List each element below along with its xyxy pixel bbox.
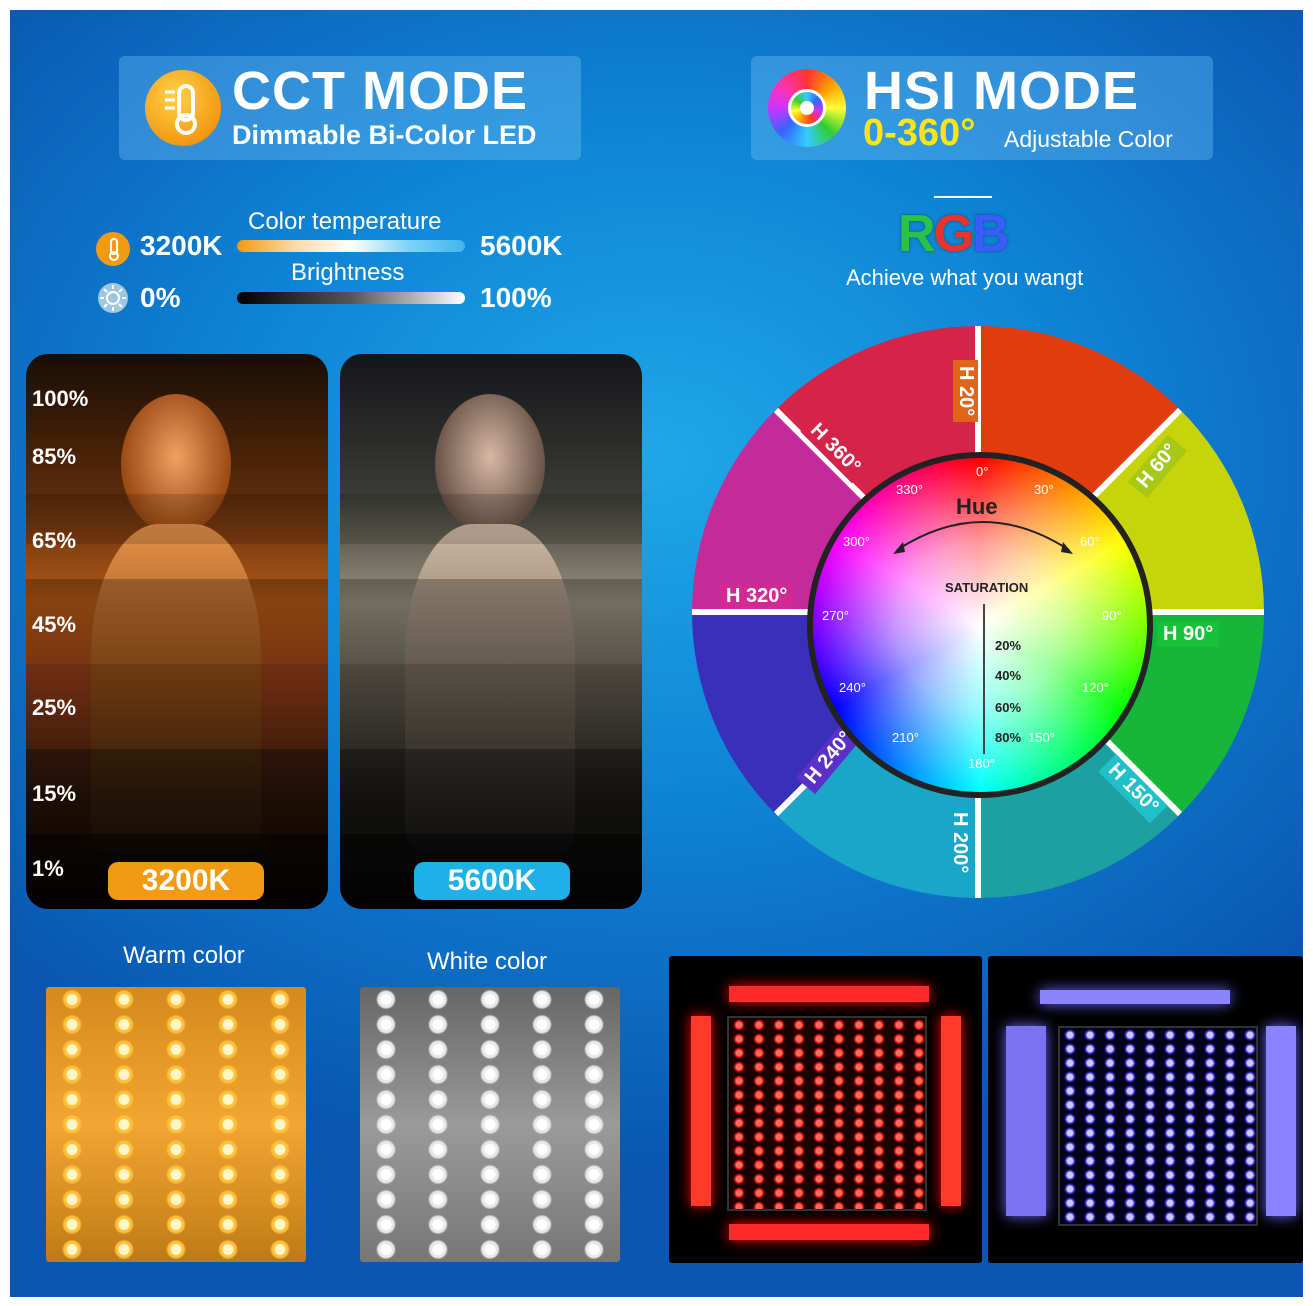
- brightness-level: 100%: [32, 386, 89, 411]
- hue-degree: 330°: [896, 482, 923, 497]
- thermometer-small-icon: [96, 232, 130, 266]
- cool-badge: 5600K: [414, 862, 570, 900]
- hue-degree: 270°: [822, 608, 849, 623]
- red-led-light: [669, 956, 982, 1263]
- saturation-level: 60%: [995, 700, 1022, 715]
- hue-degree: 120°: [1082, 680, 1109, 695]
- divider: [934, 196, 992, 198]
- hue-degree: 90°: [1102, 608, 1122, 623]
- warm-caption: Warm color: [123, 942, 245, 969]
- warm-led-panel: [46, 987, 306, 1262]
- hue-degree: 210°: [892, 730, 919, 745]
- saturation-axis: [983, 604, 985, 754]
- segment-label: H 20°: [953, 360, 978, 423]
- bright-min: 0%: [140, 282, 181, 313]
- segment-label: H 90°: [1157, 622, 1220, 647]
- brightness-icon: [96, 281, 130, 315]
- hsi-subtitle: Adjustable Color: [1004, 126, 1173, 152]
- bright-max: 100%: [480, 282, 552, 313]
- rgb-logo: RGB: [898, 204, 1010, 264]
- cool-photo: 5600K: [340, 354, 642, 909]
- segment-label: H 320°: [720, 584, 794, 609]
- hsi-title: HSI MODE: [864, 61, 1140, 121]
- temp-slider[interactable]: [237, 240, 465, 252]
- hue-degree: 60°: [1080, 534, 1100, 549]
- hue-degree: 180°: [968, 756, 995, 771]
- rgb-tagline: Achieve what you wangt: [846, 265, 1084, 290]
- rgb-logo-text: RGB: [898, 205, 1010, 263]
- temp-label: Color temperature: [248, 208, 442, 235]
- thermometer-icon: [145, 70, 221, 146]
- brightness-level: 65%: [32, 528, 77, 553]
- white-caption: White color: [427, 948, 548, 975]
- hue-degree: 0°: [976, 464, 989, 479]
- saturation-level: 80%: [995, 730, 1022, 745]
- saturation-title: SATURATION: [945, 580, 1029, 595]
- hue-degree: 150°: [1028, 730, 1055, 745]
- brightness-level: 85%: [32, 444, 77, 469]
- color-wheel-icon: [768, 69, 846, 147]
- product-infographic: CCT MODE Dimmable Bi-Color LED HSI MODE …: [10, 10, 1303, 1297]
- brightness-level: 1%: [32, 856, 64, 881]
- temp-min: 3200K: [140, 230, 223, 261]
- cct-subtitle: Dimmable Bi-Color LED: [232, 120, 537, 150]
- hue-title: Hue: [956, 494, 998, 519]
- white-led-panel: [360, 987, 620, 1262]
- blue-led-light: [988, 956, 1303, 1263]
- hue-degree: 240°: [839, 680, 866, 695]
- warm-badge: 3200K: [108, 862, 264, 900]
- cct-title: CCT MODE: [232, 61, 528, 121]
- brightness-level: 25%: [32, 695, 77, 720]
- hue-degree: 30°: [1034, 482, 1054, 497]
- saturation-level: 40%: [995, 668, 1022, 683]
- brightness-slider[interactable]: [237, 292, 465, 304]
- hsi-range: 0-360°: [863, 112, 976, 154]
- brightness-level: 45%: [32, 612, 77, 637]
- bright-label: Brightness: [291, 259, 405, 286]
- hsi-color-wheel[interactable]: Hue SATURATION: [807, 452, 1153, 798]
- brightness-level: 15%: [32, 781, 77, 806]
- saturation-level: 20%: [995, 638, 1022, 653]
- temp-max: 5600K: [480, 230, 563, 261]
- segment-label: H 200°: [947, 806, 972, 892]
- hue-degree: 300°: [843, 534, 870, 549]
